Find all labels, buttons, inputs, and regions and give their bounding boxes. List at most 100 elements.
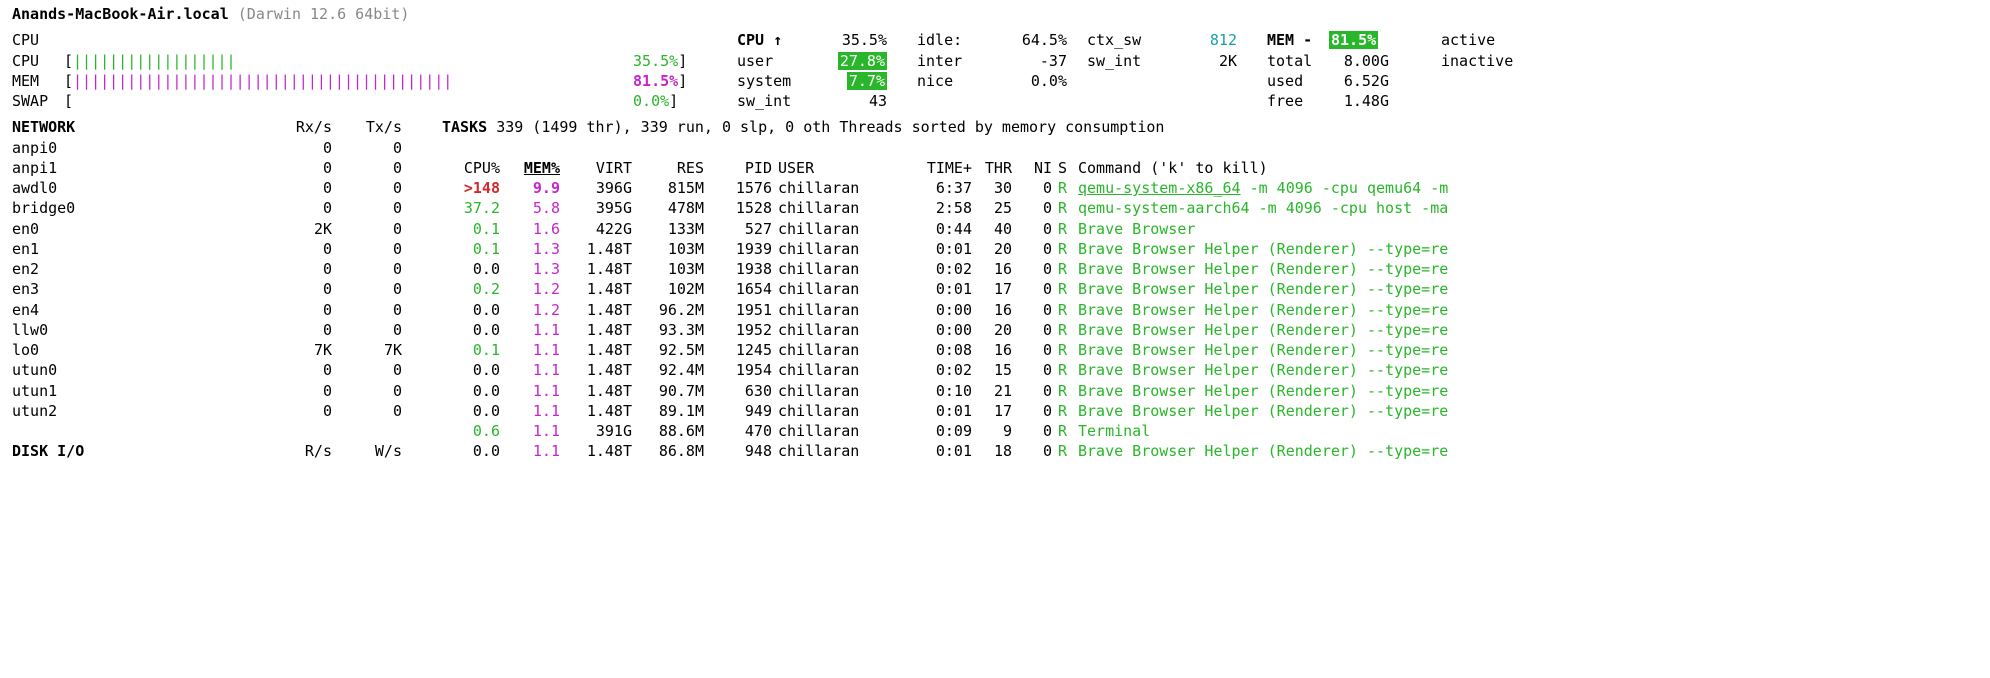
col-time[interactable]: TIME+ [872, 158, 972, 178]
proc-cmd[interactable]: Brave Browser Helper (Renderer) --type=r… [1074, 300, 1978, 320]
col-res[interactable]: RES [632, 158, 704, 178]
proc-pid: 949 [704, 401, 772, 421]
net-rx: 0 [272, 300, 332, 320]
net-rx: 0 [272, 158, 332, 178]
proc-cmd[interactable]: Brave Browser [1074, 219, 1978, 239]
proc-ni: 0 [1012, 219, 1052, 239]
proc-user: chillaran [772, 441, 872, 461]
proc-thr: 17 [972, 279, 1012, 299]
proc-cpu: >148 [442, 178, 500, 198]
proc-state: R [1052, 401, 1074, 421]
col-user[interactable]: USER [772, 158, 872, 178]
proc-mem: 1.1 [500, 340, 560, 360]
proc-cmd[interactable]: Brave Browser Helper (Renderer) --type=r… [1074, 279, 1978, 299]
proc-pid: 1951 [704, 300, 772, 320]
net-tx: 0 [332, 239, 402, 259]
proc-cmd[interactable]: Brave Browser Helper (Renderer) --type=r… [1074, 239, 1978, 259]
net-if: anpi0 [12, 138, 272, 158]
net-tx: 0 [332, 279, 402, 299]
disk-r-hdr: R/s [272, 441, 332, 461]
body-row: en02K00.11.6422G133M527chillaran0:44400R… [12, 219, 1978, 239]
proc-cmd[interactable]: Brave Browser Helper (Renderer) --type=r… [1074, 401, 1978, 421]
net-rx: 0 [272, 138, 332, 158]
col-cpu[interactable]: CPU% [442, 158, 500, 178]
col-virt[interactable]: VIRT [560, 158, 632, 178]
proc-cmd[interactable]: Terminal [1074, 421, 1978, 441]
proc-user: chillaran [772, 219, 872, 239]
col-cmd[interactable]: Command ('k' to kill) [1074, 158, 1978, 178]
proc-mem: 1.2 [500, 279, 560, 299]
proc-cmd[interactable]: Brave Browser Helper (Renderer) --type=r… [1074, 320, 1978, 340]
proc-user: chillaran [772, 360, 872, 380]
proc-thr: 20 [972, 239, 1012, 259]
proc-res: 90.7M [632, 381, 704, 401]
proc-cpu: 0.0 [442, 320, 500, 340]
net-if: en4 [12, 300, 272, 320]
proc-cmd[interactable]: Brave Browser Helper (Renderer) --type=r… [1074, 259, 1978, 279]
proc-cmd[interactable]: Brave Browser Helper (Renderer) --type=r… [1074, 340, 1978, 360]
body-row: en1000.11.31.48T103M1939chillaran0:01200… [12, 239, 1978, 259]
net-tx: 7K [332, 340, 402, 360]
proc-time: 0:01 [872, 239, 972, 259]
net-tx: 0 [332, 158, 402, 178]
net-if: utun2 [12, 401, 272, 421]
col-mem[interactable]: MEM% [500, 158, 560, 178]
cpu-bar: |||||||||||||||||| [73, 51, 633, 71]
proc-mem: 1.3 [500, 239, 560, 259]
proc-cmd[interactable]: Brave Browser Helper (Renderer) --type=r… [1074, 381, 1978, 401]
proc-mem: 1.1 [500, 360, 560, 380]
proc-cpu: 0.0 [442, 300, 500, 320]
col-pid[interactable]: PID [704, 158, 772, 178]
proc-virt: 1.48T [560, 401, 632, 421]
proc-state: R [1052, 259, 1074, 279]
proc-pid: 630 [704, 381, 772, 401]
proc-cmd[interactable]: qemu-system-x86_64 -m 4096 -cpu qemu64 -… [1074, 178, 1978, 198]
user-label: user [737, 51, 817, 71]
col-ni[interactable]: NI [1012, 158, 1052, 178]
network-title: NETWORK [12, 117, 272, 137]
proc-user: chillaran [772, 401, 872, 421]
proc-virt: 1.48T [560, 239, 632, 259]
used-val: 6.52G [1329, 71, 1389, 91]
proc-cpu: 0.0 [442, 441, 500, 461]
net-rx: 0 [272, 360, 332, 380]
proc-cmd[interactable]: qemu-system-aarch64 -m 4096 -cpu host -m… [1074, 198, 1978, 218]
proc-time: 0:08 [872, 340, 972, 360]
net-tx: 0 [332, 381, 402, 401]
net-tx: 0 [332, 219, 402, 239]
proc-user: chillaran [772, 421, 872, 441]
net-if: en3 [12, 279, 272, 299]
col-s[interactable]: S [1052, 158, 1074, 178]
hostname: Anands-MacBook-Air.local [12, 4, 229, 24]
proc-cmd[interactable]: Brave Browser Helper (Renderer) --type=r… [1074, 360, 1978, 380]
proc-time: 0:00 [872, 320, 972, 340]
col-thr[interactable]: THR [972, 158, 1012, 178]
net-if: utun1 [12, 381, 272, 401]
net-tx: 0 [332, 259, 402, 279]
proc-mem: 1.1 [500, 421, 560, 441]
proc-ni: 0 [1012, 401, 1052, 421]
total-val: 8.00G [1329, 51, 1389, 71]
proc-pid: 1938 [704, 259, 772, 279]
proc-cmd[interactable]: Brave Browser Helper (Renderer) --type=r… [1074, 441, 1978, 461]
proc-time: 0:00 [872, 300, 972, 320]
proc-thr: 30 [972, 178, 1012, 198]
body-row: en4000.01.21.48T96.2M1951chillaran0:0016… [12, 300, 1978, 320]
proc-pid: 1245 [704, 340, 772, 360]
proc-cpu: 0.0 [442, 360, 500, 380]
proc-virt: 1.48T [560, 441, 632, 461]
proc-user: chillaran [772, 340, 872, 360]
proc-user: chillaran [772, 381, 872, 401]
net-rx: 0 [272, 178, 332, 198]
proc-mem: 1.1 [500, 320, 560, 340]
proc-state: R [1052, 421, 1074, 441]
proc-virt: 1.48T [560, 360, 632, 380]
proc-time: 0:10 [872, 381, 972, 401]
proc-pid: 527 [704, 219, 772, 239]
proc-virt: 1.48T [560, 259, 632, 279]
inactive-label: inactive [1441, 52, 1513, 70]
proc-thr: 40 [972, 219, 1012, 239]
proc-thr: 18 [972, 441, 1012, 461]
proc-mem: 1.2 [500, 300, 560, 320]
system-label: system [737, 71, 817, 91]
